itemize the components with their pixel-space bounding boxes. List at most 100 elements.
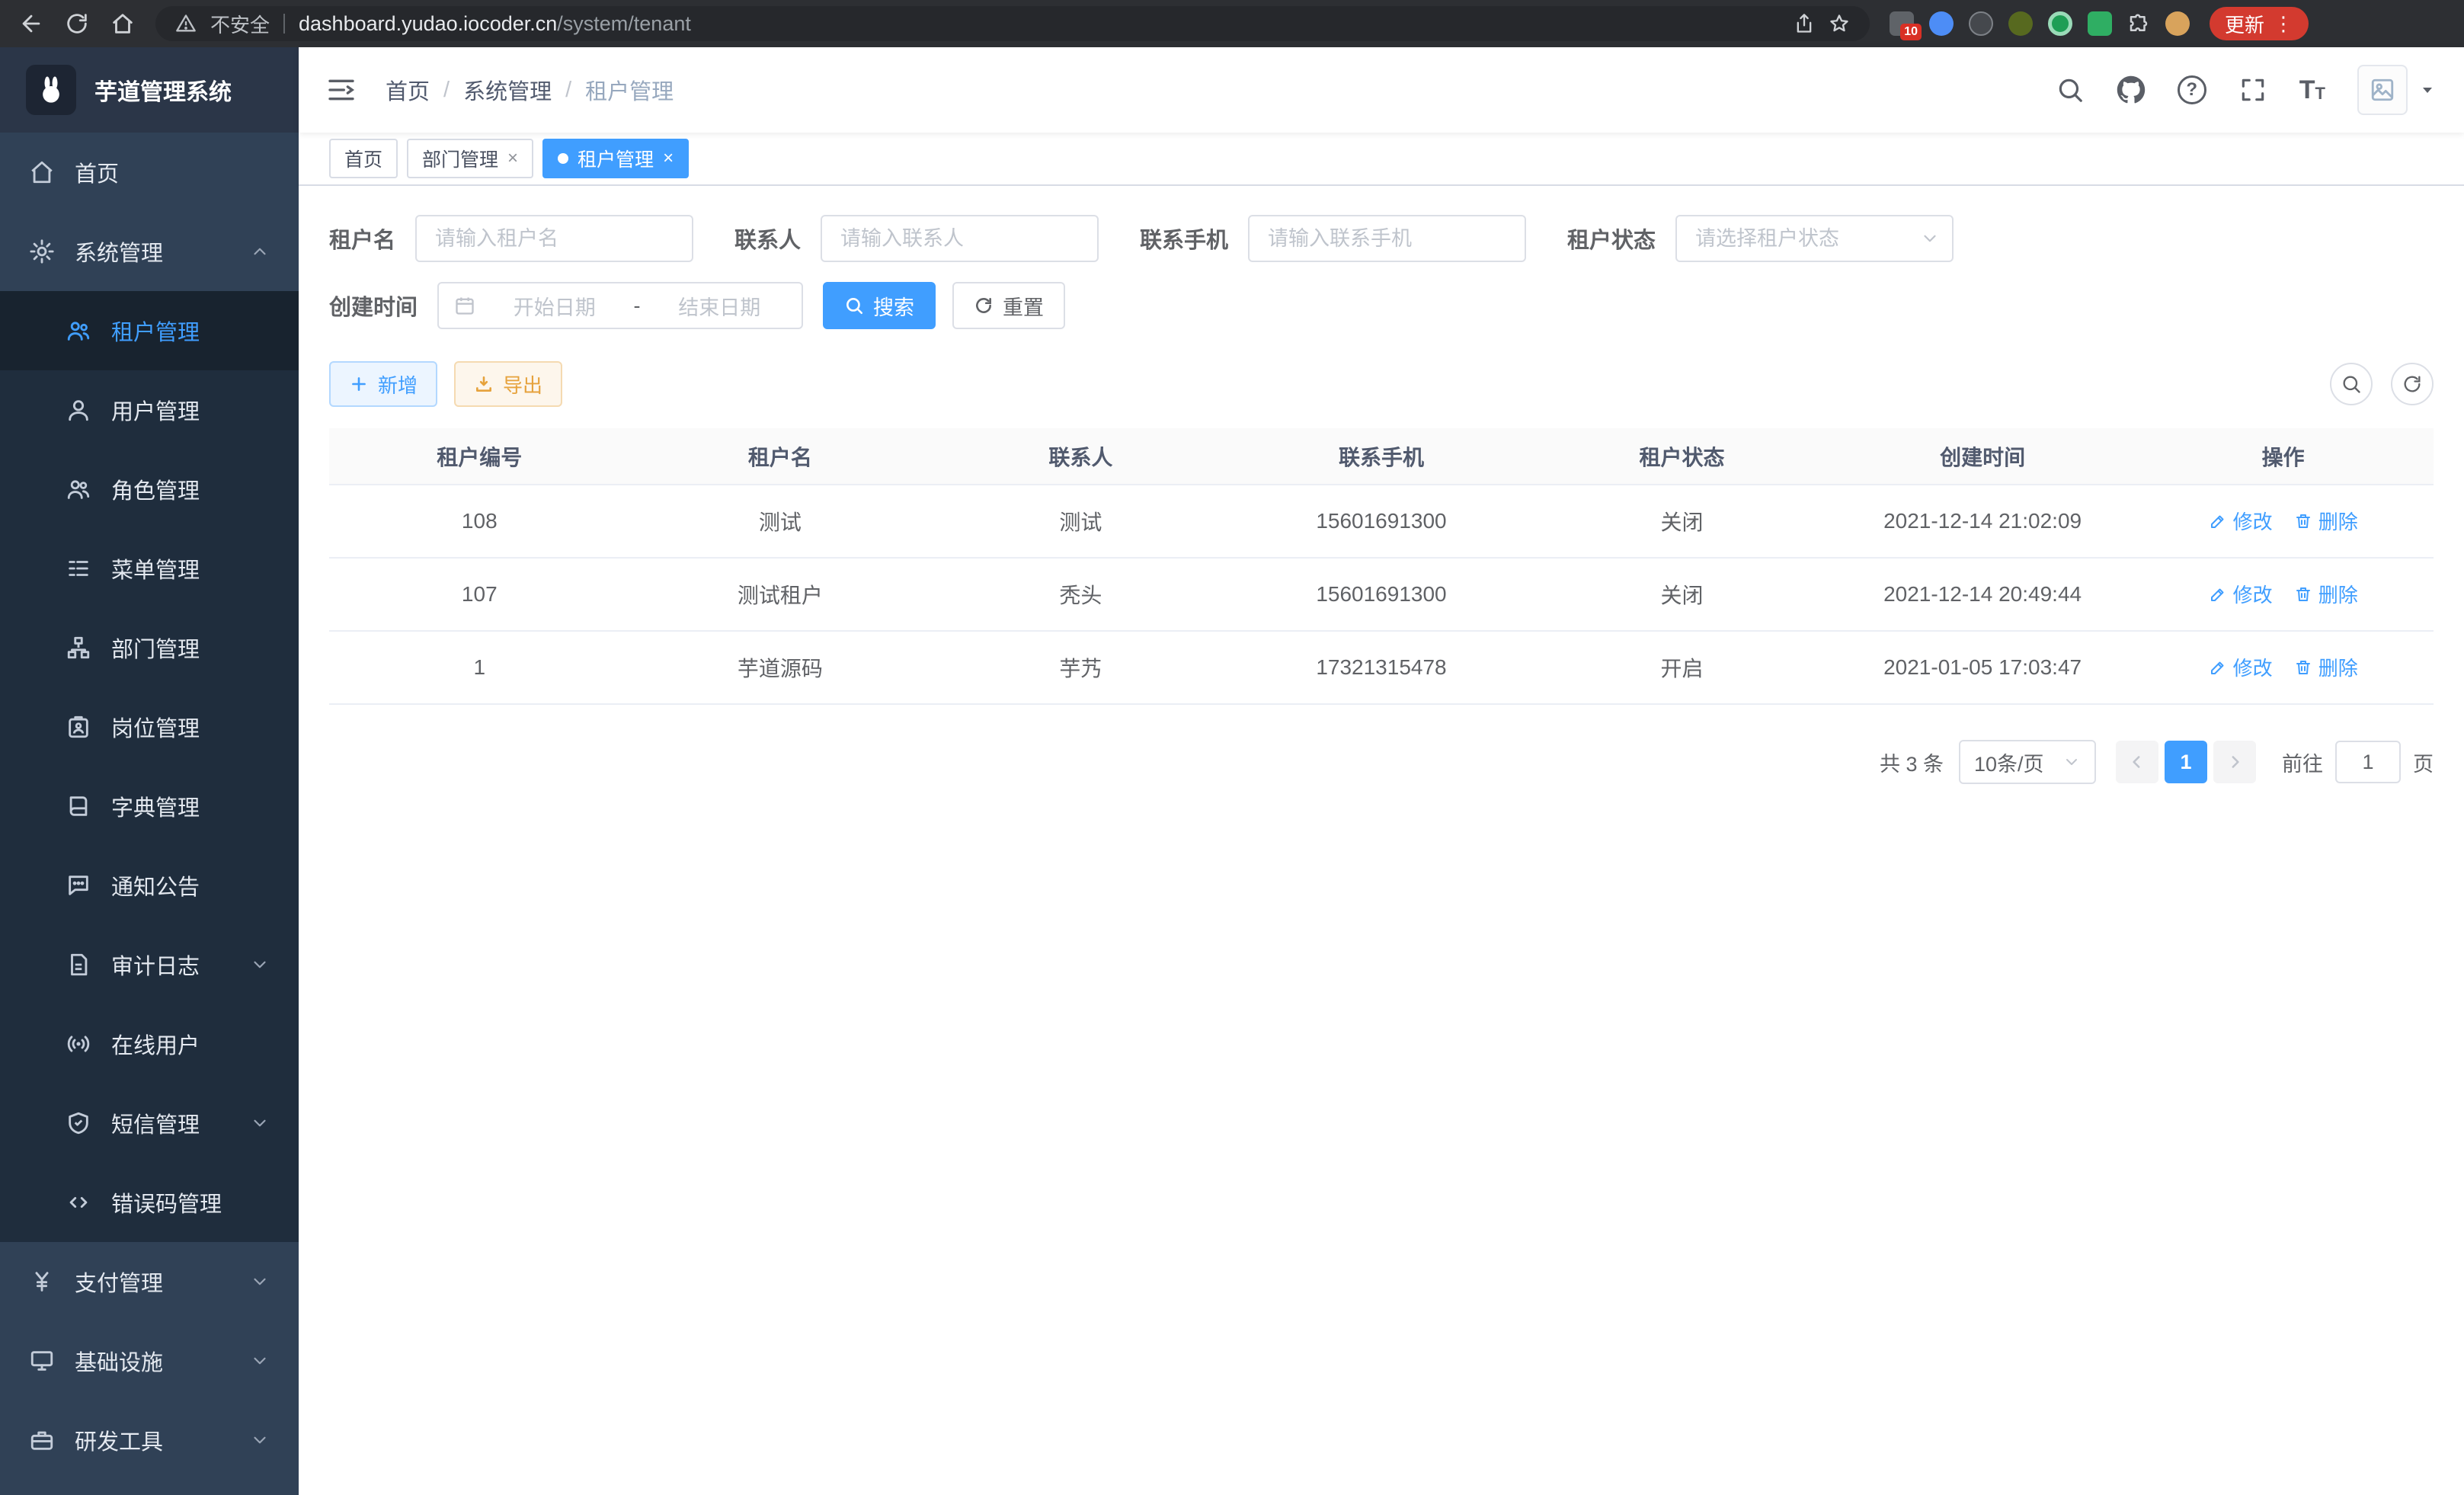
page-size-select[interactable]: 10条/页	[1959, 740, 2096, 784]
user-avatar-menu[interactable]	[2357, 65, 2437, 115]
tenant-name-input[interactable]	[415, 215, 693, 262]
toggle-search-button[interactable]	[2330, 363, 2373, 405]
edit-button[interactable]: 修改	[2209, 580, 2273, 608]
security-label[interactable]: 不安全	[210, 10, 270, 38]
status-select[interactable]	[1675, 215, 1954, 262]
sidebar-item-online-users[interactable]: 在线用户	[0, 1004, 299, 1084]
sidebar-item-sms[interactable]: 短信管理	[0, 1084, 299, 1163]
sidebar-item-payment[interactable]: 支付管理	[0, 1242, 299, 1321]
sidebar-item-notice[interactable]: 通知公告	[0, 846, 299, 925]
col-tenant-name: 租户名	[630, 428, 931, 485]
refresh-table-button[interactable]	[2391, 363, 2434, 405]
sidebar-item-home[interactable]: 首页	[0, 133, 299, 212]
extension-icon-5[interactable]	[2048, 11, 2072, 36]
close-icon[interactable]: ×	[663, 149, 674, 168]
browser-menu-icon[interactable]: ⋮	[2274, 12, 2293, 36]
cell-actions: 修改 删除	[2133, 485, 2434, 558]
start-date-placeholder: 开始日期	[488, 291, 622, 321]
fullscreen-icon[interactable]	[2238, 75, 2267, 104]
chevron-down-icon	[250, 955, 270, 975]
sidebar-item-post[interactable]: 岗位管理	[0, 687, 299, 767]
browser-refresh-icon[interactable]	[64, 11, 90, 37]
sidebar-item-error-code[interactable]: 错误码管理	[0, 1163, 299, 1242]
sidebar-item-tenant[interactable]: 租户管理	[0, 291, 299, 370]
edit-button[interactable]: 修改	[2209, 507, 2273, 535]
export-button[interactable]: 导出	[454, 361, 562, 407]
table-row: 108 测试 测试 15601691300 关闭 2021-12-14 21:0…	[329, 485, 2434, 558]
extensions-puzzle-icon[interactable]	[2127, 12, 2150, 35]
breadcrumb-home[interactable]: 首页	[386, 74, 430, 106]
sidebar-item-user[interactable]: 用户管理	[0, 370, 299, 450]
cell-status: 关闭	[1531, 558, 1832, 631]
browser-home-icon[interactable]	[110, 11, 136, 37]
sidebar-item-menu[interactable]: 菜单管理	[0, 529, 299, 608]
col-created: 创建时间	[1832, 428, 2133, 485]
total-count: 共 3 条	[1880, 748, 1944, 777]
sidebar-item-system[interactable]: 系统管理	[0, 212, 299, 291]
header-search-icon[interactable]	[2056, 75, 2085, 104]
url-text[interactable]: dashboard.yudao.iocoder.cn/system/tenant	[299, 12, 691, 36]
profile-avatar-icon[interactable]	[2165, 11, 2190, 36]
sidebar-item-dev-tools[interactable]: 研发工具	[0, 1401, 299, 1480]
font-size-icon[interactable]: TT	[2299, 77, 2325, 103]
sidebar-item-audit-log[interactable]: 审计日志	[0, 925, 299, 1004]
date-range-picker[interactable]: 开始日期 - 结束日期	[437, 282, 803, 329]
breadcrumb: 首页 / 系统管理 / 租户管理	[386, 74, 674, 106]
delete-button[interactable]: 删除	[2294, 580, 2358, 608]
cell-contact: 测试	[930, 485, 1231, 558]
help-icon[interactable]: ?	[2178, 75, 2206, 104]
edit-button[interactable]: 修改	[2209, 653, 2273, 681]
status-label: 租户状态	[1567, 222, 1656, 255]
address-bar[interactable]: 不安全 dashboard.yudao.iocoder.cn/system/te…	[155, 6, 1870, 41]
reset-button[interactable]: 重置	[952, 282, 1065, 329]
app-title: 芋道管理系统	[94, 73, 232, 107]
delete-button[interactable]: 删除	[2294, 507, 2358, 535]
cell-id: 1	[329, 631, 630, 704]
next-page-button[interactable]	[2213, 741, 2256, 783]
sidebar-item-role[interactable]: 角色管理	[0, 450, 299, 529]
cell-name: 芋道源码	[630, 631, 931, 704]
prev-page-button[interactable]	[2116, 741, 2158, 783]
end-date-placeholder: 结束日期	[653, 291, 787, 321]
tab-home[interactable]: 首页	[329, 139, 398, 178]
share-icon[interactable]	[1794, 13, 1815, 34]
browser-back-icon[interactable]	[18, 11, 44, 37]
delete-button[interactable]: 删除	[2294, 653, 2358, 681]
bookmark-star-icon[interactable]	[1829, 13, 1850, 34]
sidebar-item-infra[interactable]: 基础设施	[0, 1321, 299, 1401]
caret-down-icon	[2418, 81, 2437, 99]
contact-input[interactable]	[821, 215, 1099, 262]
tab-tenant[interactable]: 租户管理 ×	[542, 139, 689, 178]
extension-icon-6[interactable]	[2088, 11, 2112, 36]
sidebar-fold-icon[interactable]	[326, 75, 357, 105]
app-logo-row[interactable]: 芋道管理系统	[0, 47, 299, 133]
extension-icon-1[interactable]: 10	[1890, 11, 1914, 36]
goto-page-input[interactable]	[2335, 741, 2401, 783]
roles-icon	[66, 476, 91, 502]
cell-actions: 修改 删除	[2133, 558, 2434, 631]
page-unit-label: 页	[2413, 748, 2434, 777]
add-button[interactable]: 新增	[329, 361, 437, 407]
col-status: 租户状态	[1531, 428, 1832, 485]
code-icon	[66, 1189, 91, 1215]
cell-name: 测试	[630, 485, 931, 558]
cell-created: 2021-12-14 20:49:44	[1832, 558, 2133, 631]
sidebar-item-dict[interactable]: 字典管理	[0, 767, 299, 846]
browser-update-button[interactable]: 更新 ⋮	[2210, 7, 2309, 40]
phone-input[interactable]	[1248, 215, 1526, 262]
tenant-table: 租户编号 租户名 联系人 联系手机 租户状态 创建时间 操作 108 测试 测试	[329, 428, 2434, 705]
search-button[interactable]: 搜索	[823, 282, 936, 329]
tab-dept[interactable]: 部门管理 ×	[407, 139, 533, 178]
table-row: 107 测试租户 秃头 15601691300 关闭 2021-12-14 20…	[329, 558, 2434, 631]
extension-icon-3[interactable]	[1969, 11, 1993, 36]
page-number-button[interactable]: 1	[2165, 741, 2207, 783]
chevron-up-icon	[250, 242, 270, 261]
user-icon	[66, 397, 91, 423]
breadcrumb-system[interactable]: 系统管理	[463, 74, 552, 106]
sidebar-item-dept[interactable]: 部门管理	[0, 608, 299, 687]
extension-icon-2[interactable]	[1929, 11, 1954, 36]
github-icon[interactable]	[2117, 75, 2146, 104]
close-icon[interactable]: ×	[507, 149, 518, 168]
extension-icon-4[interactable]	[2008, 11, 2033, 36]
book-icon	[66, 793, 91, 819]
